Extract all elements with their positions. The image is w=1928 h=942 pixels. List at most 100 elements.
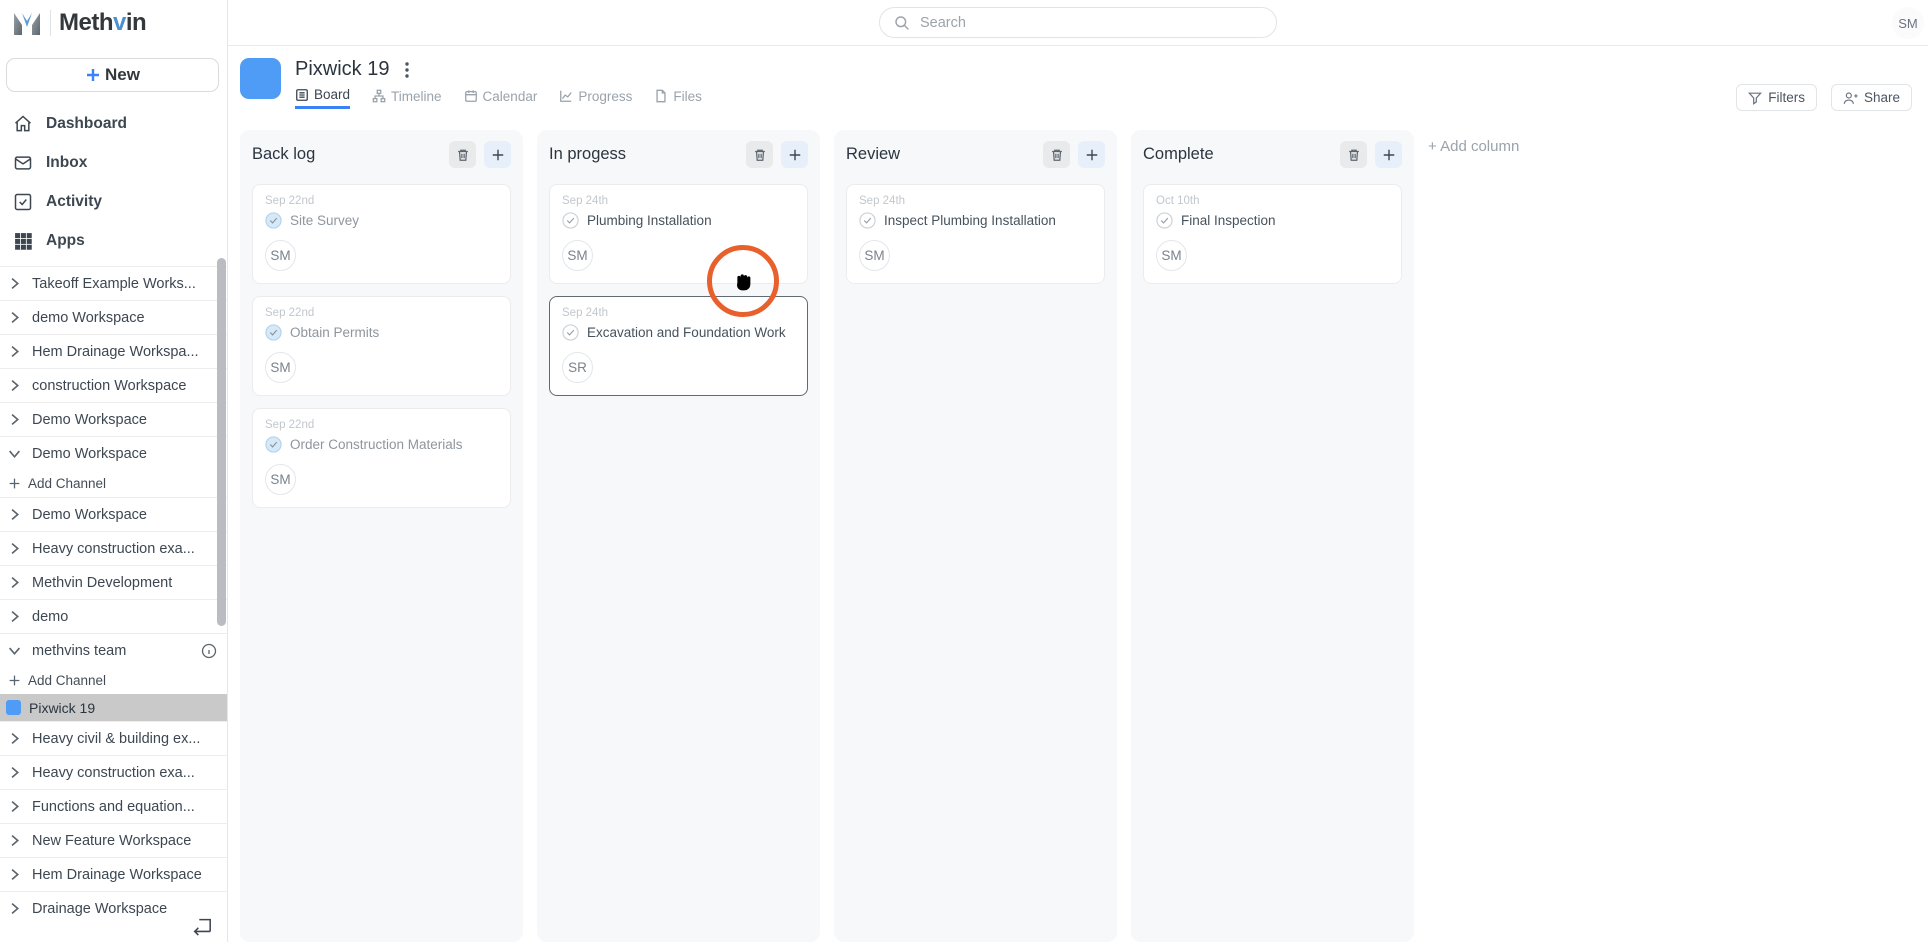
plus-icon — [8, 674, 21, 687]
add-card-button[interactable] — [484, 141, 511, 168]
add-channel-label: Add Channel — [28, 476, 106, 491]
sidebar-item-workspace[interactable]: Heavy civil & building ex... — [0, 721, 227, 755]
tab-progress[interactable]: Progress — [559, 87, 632, 109]
check-circle-icon[interactable] — [265, 436, 282, 453]
trash-icon — [456, 148, 470, 162]
plus-icon — [1085, 148, 1099, 162]
sidebar-item-activity[interactable]: Activity — [0, 182, 227, 221]
column-title: In progess — [549, 145, 746, 164]
chevron-right-icon — [8, 902, 21, 915]
sidebar-item-workspace[interactable]: Hem Drainage Workspace — [0, 857, 227, 891]
tab-timeline[interactable]: Timeline — [372, 87, 442, 109]
new-button[interactable]: New — [6, 58, 219, 92]
inbox-icon — [13, 153, 33, 173]
delete-column-button[interactable] — [1340, 141, 1367, 168]
sidebar-item-workspace[interactable]: Methvin Development — [0, 565, 227, 599]
sidebar-item-inbox[interactable]: Inbox — [0, 143, 227, 182]
task-card[interactable]: Sep 24th Inspect Plumbing Installation S… — [846, 184, 1105, 284]
nav-label: Activity — [46, 193, 102, 211]
collapse-sidebar-icon[interactable] — [191, 916, 213, 936]
trash-icon — [753, 148, 767, 162]
card-title: Order Construction Materials — [290, 437, 463, 452]
assignee-avatar[interactable]: SM — [562, 240, 593, 271]
main-area: SM Pixwick 19 Board Timeline Calendar — [228, 0, 1928, 942]
chevron-right-icon — [8, 576, 21, 589]
sidebar-item-apps[interactable]: Apps — [0, 221, 227, 260]
sidebar-item-workspace[interactable]: Functions and equation... — [0, 789, 227, 823]
check-circle-icon[interactable] — [562, 324, 579, 341]
card-date: Sep 24th — [859, 195, 1092, 207]
assignee-avatar[interactable]: SM — [265, 240, 296, 271]
trash-icon — [1347, 148, 1361, 162]
sidebar-item-dashboard[interactable]: Dashboard — [0, 104, 227, 143]
assignee-avatar[interactable]: SM — [859, 240, 890, 271]
delete-column-button[interactable] — [1043, 141, 1070, 168]
sidebar-scrollbar[interactable] — [217, 258, 226, 626]
plus-icon — [1382, 148, 1396, 162]
check-circle-icon[interactable] — [562, 212, 579, 229]
task-card[interactable]: Sep 22nd Order Construction Materials SM — [252, 408, 511, 508]
add-card-button[interactable] — [781, 141, 808, 168]
tab-files[interactable]: Files — [654, 87, 702, 109]
share-button[interactable]: Share — [1831, 84, 1912, 111]
filters-button[interactable]: Filters — [1736, 84, 1817, 111]
add-card-button[interactable] — [1078, 141, 1105, 168]
card-date: Oct 10th — [1156, 195, 1389, 207]
assignee-avatar[interactable]: SM — [265, 464, 296, 495]
task-card[interactable]: Oct 10th Final Inspection SM — [1143, 184, 1402, 284]
app-logo[interactable]: Methvin — [0, 0, 227, 46]
task-card[interactable]: Sep 24th Plumbing Installation SM — [549, 184, 808, 284]
add-channel-button[interactable]: Add Channel — [0, 470, 227, 497]
chevron-down-icon — [8, 447, 21, 460]
tab-calendar[interactable]: Calendar — [464, 87, 538, 109]
sidebar-item-workspace[interactable]: Demo Workspace — [0, 497, 227, 531]
sidebar-channel-pixwick-19[interactable]: Pixwick 19 — [0, 694, 227, 721]
tab-board[interactable]: Board — [295, 87, 350, 109]
assignee-avatar[interactable]: SM — [265, 352, 296, 383]
search-box[interactable] — [879, 7, 1277, 38]
sidebar-item-workspace[interactable]: New Feature Workspace — [0, 823, 227, 857]
add-card-button[interactable] — [1375, 141, 1402, 168]
column-in-progress: In progess Sep 24th Plumbing Installatio… — [537, 130, 820, 942]
assignee-avatar[interactable]: SR — [562, 352, 593, 383]
add-channel-button[interactable]: Add Channel — [0, 667, 227, 694]
plus-icon — [8, 477, 21, 490]
new-button-label: New — [105, 65, 140, 85]
activity-check-icon — [13, 192, 33, 212]
user-avatar[interactable]: SM — [1892, 7, 1924, 39]
task-card-dragging[interactable]: Sep 24th Excavation and Foundation Work … — [549, 296, 808, 396]
sidebar-item-workspace[interactable]: Demo Workspace — [0, 402, 227, 436]
task-card[interactable]: Sep 22nd Obtain Permits SM — [252, 296, 511, 396]
card-date: Sep 22nd — [265, 419, 498, 431]
card-title: Excavation and Foundation Work — [587, 325, 786, 340]
sidebar-item-workspace[interactable]: demo — [0, 599, 227, 633]
project-menu-icon[interactable] — [405, 62, 409, 78]
check-circle-icon[interactable] — [1156, 212, 1173, 229]
sidebar-item-workspace-expanded[interactable]: methvins team — [0, 633, 227, 667]
delete-column-button[interactable] — [746, 141, 773, 168]
kanban-board: Back log Sep 22nd Site Survey SM Sep 22n… — [228, 116, 1928, 942]
sidebar-item-workspace[interactable]: Takeoff Example Works... — [0, 266, 227, 300]
check-circle-icon[interactable] — [265, 212, 282, 229]
channel-color-swatch — [6, 700, 21, 715]
sidebar-item-workspace[interactable]: Heavy construction exa... — [0, 531, 227, 565]
delete-column-button[interactable] — [449, 141, 476, 168]
sidebar-item-workspace[interactable]: demo Workspace — [0, 300, 227, 334]
workspace-label: Drainage Workspace — [32, 901, 167, 917]
sidebar-item-workspace-expanded[interactable]: Demo Workspace — [0, 436, 227, 470]
add-column-button[interactable]: + Add column — [1428, 138, 1519, 942]
sidebar-item-workspace[interactable]: construction Workspace — [0, 368, 227, 402]
check-circle-icon[interactable] — [859, 212, 876, 229]
chevron-right-icon — [8, 277, 21, 290]
column-review: Review Sep 24th Inspect Plumbing Install… — [834, 130, 1117, 942]
chevron-right-icon — [8, 834, 21, 847]
page-title: Pixwick 19 — [295, 58, 389, 81]
search-input[interactable] — [920, 15, 1276, 31]
sidebar-item-workspace[interactable]: Hem Drainage Workspa... — [0, 334, 227, 368]
task-card[interactable]: Sep 22nd Site Survey SM — [252, 184, 511, 284]
info-icon[interactable] — [201, 643, 217, 659]
chevron-right-icon — [8, 542, 21, 555]
sidebar-item-workspace[interactable]: Heavy construction exa... — [0, 755, 227, 789]
assignee-avatar[interactable]: SM — [1156, 240, 1187, 271]
check-circle-icon[interactable] — [265, 324, 282, 341]
